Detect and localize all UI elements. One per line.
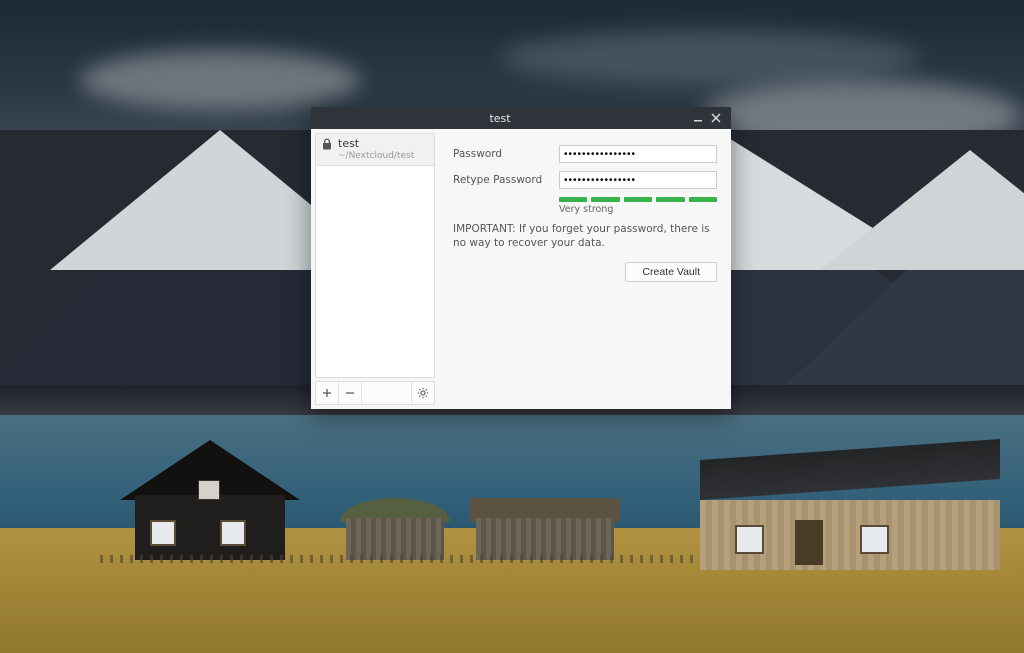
vault-list-item[interactable]: test ~/Nextcloud/test: [316, 134, 434, 166]
wallpaper-house-right: [700, 460, 1000, 570]
vault-name: test: [338, 138, 414, 151]
create-vault-button[interactable]: Create Vault: [625, 262, 717, 282]
password-strength-label: Very strong: [559, 204, 717, 215]
minimize-icon: [693, 113, 703, 123]
window-minimize-button[interactable]: [689, 109, 707, 127]
vault-path: ~/Nextcloud/test: [338, 151, 414, 161]
sidebar-toolbar: [315, 381, 435, 405]
wallpaper-shed: [470, 498, 620, 560]
password-label: Password: [453, 148, 549, 160]
wallpaper-fence: [100, 555, 694, 563]
add-vault-button[interactable]: [316, 382, 339, 404]
close-icon: [711, 113, 721, 123]
remove-vault-button[interactable]: [339, 382, 362, 404]
window-titlebar[interactable]: test: [311, 107, 731, 129]
retype-password-label: Retype Password: [453, 174, 549, 186]
retype-password-field[interactable]: [559, 171, 717, 189]
vault-list[interactable]: test ~/Nextcloud/test: [315, 133, 435, 378]
minus-icon: [345, 388, 355, 398]
app-window: test test ~/Nextcloud/test: [311, 107, 731, 409]
wallpaper-shed: [340, 498, 450, 560]
window-close-button[interactable]: [707, 109, 725, 127]
settings-button[interactable]: [412, 382, 434, 404]
password-field[interactable]: [559, 145, 717, 163]
lock-icon: [322, 138, 332, 150]
plus-icon: [322, 388, 332, 398]
wallpaper-house-left: [120, 440, 300, 560]
vault-sidebar: test ~/Nextcloud/test: [311, 129, 439, 409]
main-panel: Password Retype Password Very strong IMP…: [439, 129, 731, 409]
password-strength-meter: [559, 197, 717, 202]
gear-icon: [417, 387, 429, 399]
window-title: test: [311, 112, 689, 125]
warning-text: IMPORTANT: If you forget your password, …: [453, 223, 717, 250]
